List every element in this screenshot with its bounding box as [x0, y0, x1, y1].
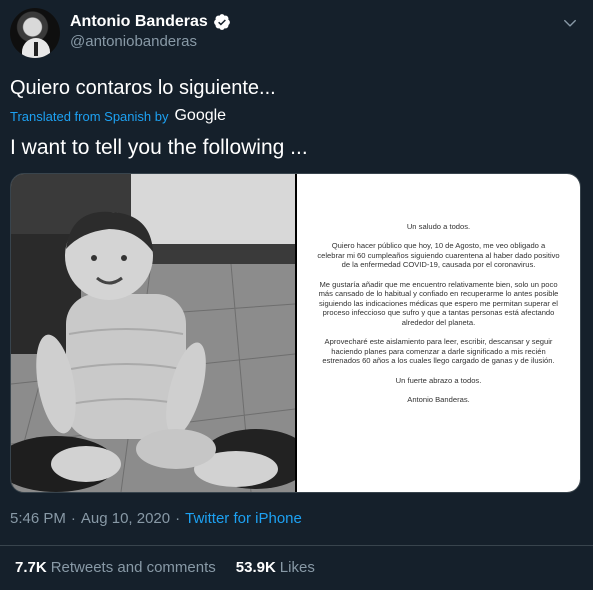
likes-count: 53.9K [235, 559, 276, 576]
letter-signature: Antonio Banderas. [407, 394, 470, 404]
handle[interactable]: @antoniobanderas [70, 33, 197, 50]
retweets-label: Retweets and comments [50, 559, 216, 576]
letter-paragraph: Me gustaría añadir que me encuentro rela… [318, 279, 559, 327]
avatar-tie [34, 42, 38, 56]
letter-paragraph: Quiero hacer público que hoy, 10 de Agos… [317, 241, 560, 270]
translated-label[interactable]: Translated from Spanish by [10, 109, 168, 124]
name-row: Antonio Banderas [70, 13, 231, 31]
divider [0, 545, 593, 546]
likes-stat[interactable]: 53.9K Likes [236, 559, 315, 576]
likes-label: Likes [279, 559, 315, 576]
tweet-date[interactable]: Aug 10, 2020 [81, 510, 170, 527]
tweet-media[interactable]: Un saludo a todos. Quiero hacer público … [10, 173, 581, 493]
chevron-down-icon[interactable] [563, 16, 577, 30]
meta-separator: · [70, 510, 76, 527]
tweet-source-link[interactable]: Twitter for iPhone [185, 510, 302, 527]
baby-photo-illustration [11, 174, 295, 492]
retweets-count: 7.7K [15, 559, 47, 576]
tweet-header: Antonio Banderas @antoniobanderas [10, 8, 583, 58]
avatar[interactable] [10, 8, 60, 58]
retweets-stat[interactable]: 7.7K Retweets and comments [15, 559, 216, 576]
letter-body: Un saludo a todos. Quiero hacer público … [317, 222, 560, 414]
tweet-translation: I want to tell you the following ... [10, 136, 308, 159]
verified-badge-icon [213, 14, 230, 30]
letter-closing: Un fuerte abrazo a todos. [395, 375, 482, 385]
tweet-meta: 5:46 PM · Aug 10, 2020 · Twitter for iPh… [10, 510, 302, 527]
display-name[interactable]: Antonio Banderas [70, 13, 208, 31]
baby-photo[interactable] [11, 174, 295, 492]
tweet-time[interactable]: 5:46 PM [10, 510, 66, 527]
tweet-stats: 7.7K Retweets and comments 53.9K Likes [15, 559, 315, 576]
letter-greeting: Un saludo a todos. [406, 222, 471, 231]
tweet-text: Quiero contaros lo siguiente... [10, 77, 276, 99]
letter-paragraph: Aprovecharé este aislamiento para leer, … [322, 337, 555, 366]
translated-label-row[interactable]: Translated from Spanish by Google [10, 107, 226, 125]
meta-separator: · [175, 510, 181, 527]
letter-image[interactable]: Un saludo a todos. Quiero hacer público … [297, 174, 580, 492]
google-logo: Google [174, 107, 227, 124]
